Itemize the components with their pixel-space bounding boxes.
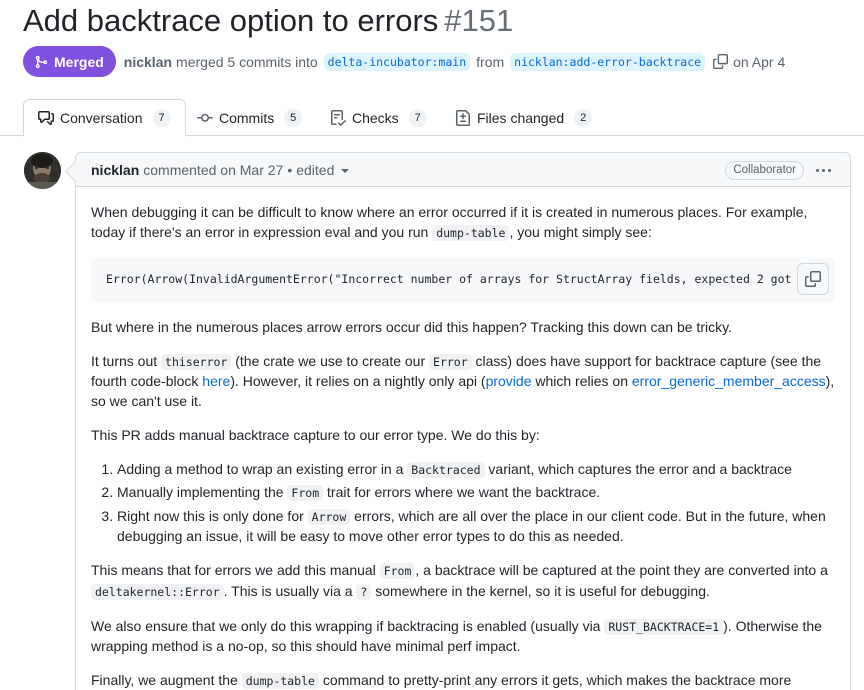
paragraph-4: This PR adds manual backtrace capture to… — [91, 426, 540, 443]
comment-body: When debugging it can be difficult to kn… — [76, 187, 850, 690]
tab-conversation-count: 7 — [152, 109, 171, 127]
pr-title: Add backtrace option to errors #151 — [23, 3, 513, 39]
p7-text-a: Finally, we augment the — [91, 672, 238, 688]
p3-text-a: It turns out — [91, 352, 158, 369]
git-commit-icon — [197, 113, 213, 122]
p5-text-d: somewhere in the kernel, so it is useful… — [375, 582, 710, 599]
copy-code-button[interactable] — [797, 262, 829, 295]
inline-code: deltakernel::Error — [91, 583, 224, 600]
tab-checks[interactable]: Checks 7 — [330, 99, 427, 136]
edited-dropdown[interactable]: edited — [296, 161, 350, 178]
p3-text-b: (the crate we use to create our — [235, 352, 426, 369]
tab-commits-label: Commits — [219, 109, 275, 126]
p3-text-d: ). However, it relies on a nightly only … — [230, 373, 486, 389]
pr-tabs: Conversation 7 Commits 5 Checks 7 Files … — [0, 99, 864, 137]
p5-text-a: This means that for errors we add this m… — [91, 562, 376, 578]
tab-commits[interactable]: Commits 5 — [197, 99, 303, 136]
list-item-text-a: Adding a method to wrap an existing erro… — [117, 460, 404, 477]
tab-files-changed-label: Files changed — [477, 109, 565, 126]
edited-label: edited — [296, 161, 335, 178]
pr-meta: Merged nicklan merged 5 commits into del… — [23, 46, 785, 77]
list-item-text-b: trait for errors where we want the backt… — [327, 484, 601, 500]
head-branch[interactable]: nicklan:add-error-backtrace — [510, 52, 706, 71]
tab-files-changed-count: 2 — [574, 108, 593, 127]
list-item: Right now this is only done for Arrow er… — [117, 507, 835, 547]
code-block: Error(Arrow(InvalidArgumentError("Incorr… — [91, 257, 835, 302]
base-branch[interactable]: delta-incubator:main — [323, 52, 471, 71]
paragraph-2: But where in the numerous places arrow e… — [91, 318, 732, 335]
tab-conversation[interactable]: Conversation 7 — [23, 99, 186, 137]
copy-icon — [805, 270, 821, 287]
inline-code: Backtraced — [407, 461, 485, 478]
provide-link[interactable]: provide — [486, 373, 532, 389]
pr-title-text: Add backtrace option to errors — [23, 3, 439, 38]
list-item: Adding a method to wrap an existing erro… — [117, 460, 835, 481]
merged-status-badge: Merged — [23, 46, 116, 77]
p5-text-c: . This is usually via a — [223, 582, 353, 599]
comment-box: nicklan commented on Mar 27 • edited Col… — [75, 152, 851, 690]
caret-down-icon — [341, 168, 350, 173]
inline-code: From — [379, 563, 416, 579]
collaborator-badge: Collaborator — [725, 161, 804, 180]
file-diff-icon — [456, 109, 470, 126]
status-label: Merged — [54, 53, 104, 70]
separator-dot: • — [287, 161, 293, 178]
tab-checks-label: Checks — [352, 109, 399, 126]
from-text: from — [476, 53, 505, 70]
list-item-text-b: variant, which captures the error and a … — [488, 460, 792, 477]
merge-text: merged 5 commits into — [176, 53, 318, 70]
comment-action-text: commented on Mar 27 — [143, 161, 284, 178]
kebab-menu-icon[interactable] — [813, 160, 833, 180]
p3-text-e: which relies on — [535, 373, 628, 389]
inline-code: RUST_BACKTRACE=1 — [604, 618, 724, 635]
inline-code: dump-table — [241, 673, 319, 689]
list-item-text-a: Manually implementing the — [117, 484, 284, 500]
tab-checks-count: 7 — [408, 108, 427, 127]
inline-code: Arrow — [307, 508, 351, 525]
inline-code: ? — [356, 583, 372, 600]
pr-author-link[interactable]: nicklan — [124, 54, 172, 70]
paragraph-6: We also ensure that we only do this wrap… — [91, 617, 835, 657]
git-merge-icon — [35, 55, 48, 68]
avatar[interactable] — [24, 152, 61, 189]
inline-code: Error — [429, 353, 472, 370]
code-block-text: Error(Arrow(InvalidArgumentError("Incorr… — [106, 271, 827, 286]
tab-files-changed[interactable]: Files changed 2 — [455, 99, 593, 136]
paragraph-5: This means that for errors we add this m… — [91, 561, 835, 602]
error-generic-member-access-link[interactable]: error_generic_member_access — [632, 373, 826, 389]
comment-header: nicklan commented on Mar 27 • edited Col… — [76, 153, 850, 187]
merge-date: on Apr 4 — [733, 53, 786, 70]
tab-conversation-label: Conversation — [60, 110, 143, 126]
inline-code: From — [287, 485, 324, 501]
p6-text-a: We also ensure that we only do this wrap… — [91, 617, 601, 634]
copy-branch-icon[interactable] — [713, 53, 729, 70]
paragraph-7: Finally, we augment the dump-table comma… — [91, 671, 835, 690]
pr-number: #151 — [444, 3, 514, 38]
p1-text-b: , you might simply see: — [509, 223, 652, 240]
inline-code: thiserror — [161, 353, 232, 370]
steps-list: Adding a method to wrap an existing erro… — [91, 460, 835, 547]
tab-commits-count: 5 — [284, 108, 303, 127]
checklist-icon — [331, 109, 346, 126]
paragraph-1: When debugging it can be difficult to kn… — [91, 203, 835, 243]
here-link[interactable]: here — [202, 373, 230, 389]
list-item: Manually implementing the From trait for… — [117, 483, 835, 504]
paragraph-3: It turns out thiserror (the crate we use… — [91, 352, 835, 412]
comment-author-link[interactable]: nicklan — [91, 162, 139, 178]
list-item-text-a: Right now this is only done for — [117, 507, 304, 524]
p5-text-b: , a backtrace will be captured at the po… — [415, 562, 828, 578]
comment-discussion-icon — [38, 111, 54, 125]
inline-code: dump-table — [432, 224, 510, 241]
